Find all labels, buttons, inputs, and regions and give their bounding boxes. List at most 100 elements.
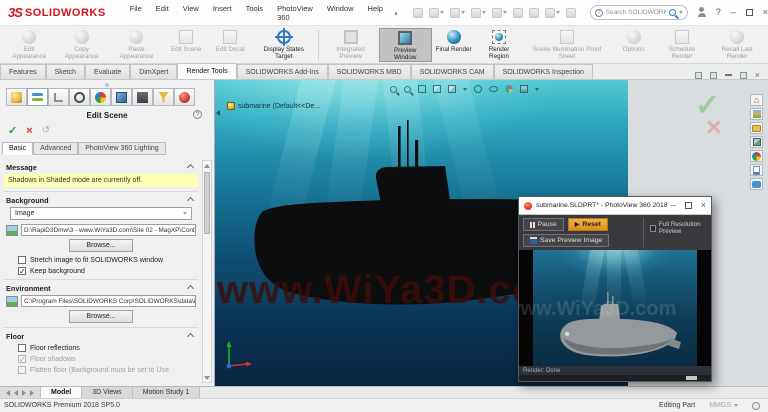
edit-appearance-button[interactable]: Edit Appearance [4, 28, 54, 62]
menu-insert[interactable]: Insert [213, 4, 232, 22]
options-gear-icon[interactable] [544, 7, 555, 18]
environment-path-field[interactable]: C:\Program Files\SOLIDWORKS Corp\SOLIDWO… [21, 295, 196, 307]
edit-scene-button[interactable]: Edit Scene [164, 28, 208, 62]
reset-button[interactable]: ▶ Reset [567, 218, 608, 231]
zoom-to-fit-icon[interactable] [390, 85, 397, 93]
tab-solidworks-cam[interactable]: SOLIDWORKS CAM [410, 64, 494, 79]
recall-last-render-button[interactable]: Recall Last Render [708, 28, 766, 62]
design-library-tab[interactable] [750, 108, 763, 120]
last-tab-icon[interactable] [30, 389, 34, 396]
floor-section-header[interactable]: Floor [6, 332, 196, 341]
menu-photoview360[interactable]: PhotoView 360 [277, 4, 313, 22]
status-circle-icon[interactable] [752, 401, 760, 410]
app-help-icon[interactable]: ? [716, 8, 721, 17]
menu-help[interactable]: Help [368, 4, 383, 22]
pin-menu-icon[interactable] [394, 10, 397, 17]
panel-scrollbar[interactable] [202, 160, 212, 383]
paste-appearance-button[interactable]: Paste Appearance [109, 28, 165, 62]
preview-close-button[interactable]: × [701, 201, 706, 210]
zoom-to-area-icon[interactable] [404, 85, 411, 93]
panel-collapse-arrow-icon[interactable] [216, 110, 220, 116]
section-view-icon[interactable] [433, 85, 441, 93]
new-document-icon[interactable] [412, 7, 423, 18]
view-orientation-caret-icon[interactable] [463, 87, 467, 91]
hide-show-items-icon[interactable] [489, 86, 498, 92]
previous-view-icon[interactable] [418, 85, 426, 93]
message-section-header[interactable]: Message [6, 163, 196, 172]
redo-icon[interactable] [491, 7, 502, 18]
sheet-icon[interactable] [528, 7, 539, 18]
edit-decal-button[interactable]: Edit Decal [208, 28, 252, 62]
print-caret-icon[interactable] [460, 11, 465, 14]
confirmation-cancel-icon[interactable]: × [706, 112, 722, 143]
panel-undo-icon[interactable]: ↺ [42, 125, 50, 136]
doc-minimize-button[interactable] [724, 74, 732, 76]
floor-reflections-checkbox[interactable] [18, 344, 26, 352]
undo-caret-icon[interactable] [481, 11, 486, 14]
scene-illumination-proof-sheet-button[interactable]: Scene Illumination Proof Sheet [522, 28, 611, 62]
menu-view[interactable]: View [183, 4, 199, 22]
select-icon[interactable] [512, 7, 523, 18]
forum-tab[interactable] [750, 178, 763, 190]
view-palette-tab[interactable] [750, 136, 763, 148]
menu-window[interactable]: Window [327, 4, 354, 22]
undo-icon[interactable] [470, 7, 481, 18]
flatten-floor-checkbox[interactable] [18, 366, 26, 374]
redo-group[interactable] [491, 7, 507, 18]
display-states-target-button[interactable]: Display States Target [252, 28, 315, 62]
undo-group[interactable] [470, 7, 486, 18]
minimize-button[interactable]: – [731, 8, 736, 17]
displaymanager-tab[interactable] [90, 88, 111, 106]
configurationmanager-tab[interactable] [48, 88, 69, 106]
background-type-select[interactable]: Image [10, 207, 192, 220]
filter-tab[interactable] [153, 88, 174, 106]
edit-appearance-hud-icon[interactable] [505, 85, 513, 93]
options-button[interactable]: Options [612, 28, 656, 62]
tab-solidworks-add-ins[interactable]: SOLIDWORKS Add-Ins [236, 64, 328, 79]
view-orientation-icon[interactable] [448, 85, 456, 93]
doc-next-window-icon[interactable] [709, 71, 717, 79]
tab-features[interactable]: Features [0, 64, 46, 79]
panel-help-icon[interactable]: ? [193, 110, 202, 119]
save-icon[interactable] [428, 7, 439, 18]
tab-solidworks-inspection[interactable]: SOLIDWORKS Inspection [493, 64, 593, 79]
doc-restore-button[interactable] [739, 71, 747, 79]
preview-minimize-button[interactable]: – [671, 201, 676, 210]
tab-3d-views[interactable]: 3D Views [82, 387, 133, 398]
photoview-preview-window[interactable]: submarine.SLDPRT* - PhotoView 360 2018 –… [518, 196, 712, 382]
background-browse-button[interactable]: Browse... [69, 239, 133, 252]
preview-maximize-button[interactable] [684, 202, 692, 209]
tab-motion-study-1[interactable]: Motion Study 1 [132, 387, 201, 398]
analysis-tab[interactable] [174, 88, 195, 106]
keep-background-checkbox[interactable]: ✓ [18, 267, 26, 276]
options-caret-icon[interactable] [555, 11, 560, 14]
doc-close-button[interactable]: × [755, 71, 760, 80]
full-resolution-checkbox[interactable] [650, 224, 656, 232]
render-region-button[interactable]: Render Region [476, 28, 523, 62]
featuremanager-tree-tab[interactable] [6, 88, 27, 106]
custom-properties-tab[interactable] [750, 164, 763, 176]
tab-render-tools[interactable]: Render Tools [177, 63, 237, 79]
prev-tab-icon[interactable] [14, 389, 18, 396]
floor-shadows-checkbox[interactable]: ✓ [18, 355, 26, 364]
ok-button[interactable]: ✓ [8, 124, 17, 137]
collapse-chevron-icon[interactable] [186, 196, 195, 205]
file-explorer-tab[interactable] [750, 122, 763, 134]
tab-sketch[interactable]: Sketch [45, 64, 86, 79]
preview-window-button[interactable]: Preview Window [378, 28, 432, 62]
solidworks-resources-tab[interactable]: ⌂ [750, 94, 763, 106]
tab-evaluate[interactable]: Evaluate [85, 64, 131, 79]
integrated-preview-button[interactable]: Integrated Preview [322, 28, 379, 62]
restore-button[interactable] [745, 9, 753, 16]
redo-caret-icon[interactable] [502, 11, 507, 14]
propertymanager-tab[interactable] [27, 88, 48, 106]
collapse-chevron-icon[interactable] [186, 284, 195, 293]
preview-title-bar[interactable]: submarine.SLDPRT* - PhotoView 360 2018 –… [519, 197, 711, 215]
background-section-header[interactable]: Background [6, 196, 196, 205]
menu-tools[interactable]: Tools [246, 4, 264, 22]
full-resolution-preview-row[interactable]: Full Resolution Preview [650, 221, 711, 235]
tab-solidworks-mbd[interactable]: SOLIDWORKS MBD [327, 64, 411, 79]
tab-pv360-lighting[interactable]: PhotoView 360 Lighting [78, 142, 166, 155]
display-style-icon[interactable] [474, 85, 482, 93]
appearances-scenes-tab[interactable] [750, 150, 763, 162]
